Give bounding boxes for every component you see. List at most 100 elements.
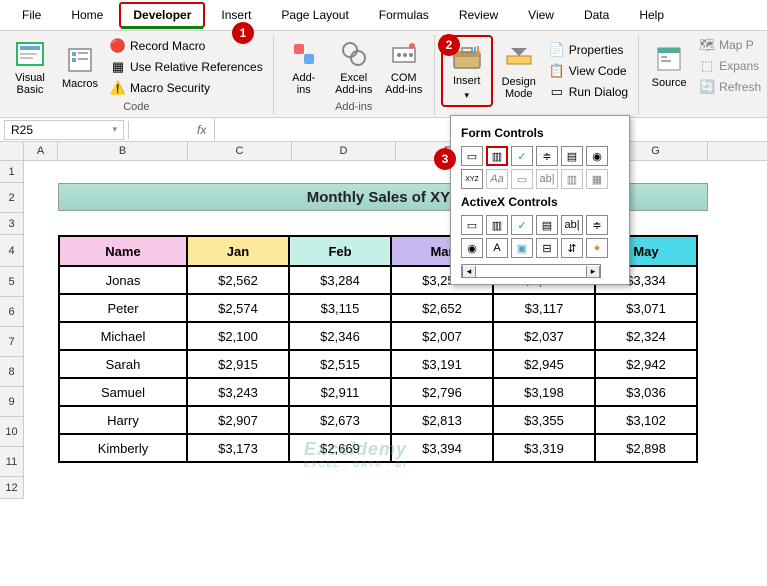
visual-basic-button[interactable]: Visual Basic — [6, 35, 54, 99]
ax-button-icon[interactable]: ▭ — [461, 215, 483, 235]
tab-formulas[interactable]: Formulas — [365, 2, 443, 28]
textfield-control-icon[interactable]: ab| — [536, 169, 558, 189]
tab-file[interactable]: File — [8, 2, 55, 28]
cell[interactable]: $2,100 — [187, 322, 289, 350]
option-control-icon[interactable]: ◉ — [586, 146, 608, 166]
cell[interactable]: $2,652 — [391, 294, 493, 322]
cell[interactable]: $2,037 — [493, 322, 595, 350]
cell[interactable]: $2,673 — [289, 406, 391, 434]
row-header-10[interactable]: 10 — [0, 417, 24, 447]
row-header-11[interactable]: 11 — [0, 447, 24, 477]
fx-label[interactable]: fx — [189, 123, 214, 137]
cell[interactable]: Samuel — [59, 378, 187, 406]
cell[interactable]: Sarah — [59, 350, 187, 378]
cell[interactable]: $3,243 — [187, 378, 289, 406]
label-control-icon[interactable]: Aa — [486, 169, 508, 189]
tab-review[interactable]: Review — [445, 2, 512, 28]
row-header-5[interactable]: 5 — [0, 267, 24, 297]
view-code-button[interactable]: 📋View Code — [545, 61, 632, 81]
col-header-C[interactable]: C — [188, 142, 292, 160]
name-box[interactable]: R25▾ — [4, 120, 124, 140]
cell[interactable]: $3,319 — [493, 434, 595, 462]
refresh-button[interactable]: 🔄Refresh — [695, 77, 765, 97]
cell[interactable]: $2,515 — [289, 350, 391, 378]
cell[interactable]: $3,115 — [289, 294, 391, 322]
button-control-icon[interactable]: ▭ — [461, 146, 483, 166]
cell[interactable]: $3,102 — [595, 406, 697, 434]
expansion-button[interactable]: ⬚Expans — [695, 56, 765, 76]
cell[interactable]: Kimberly — [59, 434, 187, 462]
macro-security-button[interactable]: ⚠️Macro Security — [106, 78, 267, 98]
ax-combo-icon[interactable]: ▥ — [486, 215, 508, 235]
cell[interactable]: $2,942 — [595, 350, 697, 378]
design-mode-button[interactable]: Design Mode — [495, 39, 543, 103]
dropdown-scrollbar[interactable]: ◂ ▸ — [461, 264, 601, 278]
row-header-8[interactable]: 8 — [0, 357, 24, 387]
image-control-icon[interactable]: ▦ — [586, 169, 608, 189]
use-relative-refs-button[interactable]: ▦Use Relative References — [106, 57, 267, 77]
cell[interactable]: Jonas — [59, 266, 187, 294]
cell[interactable]: $2,007 — [391, 322, 493, 350]
cell[interactable]: $2,562 — [187, 266, 289, 294]
addins-button[interactable]: Add- ins — [280, 35, 328, 99]
ax-image-icon[interactable]: ▣ — [511, 238, 533, 258]
cell[interactable]: $3,191 — [391, 350, 493, 378]
cell[interactable]: $2,907 — [187, 406, 289, 434]
tab-data[interactable]: Data — [570, 2, 623, 28]
combo-control-icon[interactable]: ▥ — [561, 169, 583, 189]
cell[interactable]: $3,071 — [595, 294, 697, 322]
cell[interactable]: Harry — [59, 406, 187, 434]
cell[interactable]: $2,813 — [391, 406, 493, 434]
tab-developer[interactable]: Developer — [119, 2, 205, 28]
cell[interactable]: $3,117 — [493, 294, 595, 322]
combobox-control-icon[interactable]: ▥ — [486, 146, 508, 166]
tab-help[interactable]: Help — [625, 2, 678, 28]
cell[interactable]: $2,915 — [187, 350, 289, 378]
row-header-2[interactable]: 2 — [0, 183, 24, 213]
scroll-left-icon[interactable]: ◂ — [462, 266, 476, 277]
ax-spin-icon[interactable]: ⇵ — [561, 238, 583, 258]
ax-more-icon[interactable]: ✦ — [586, 238, 608, 258]
tab-pagelayout[interactable]: Page Layout — [267, 2, 362, 28]
ax-label-icon[interactable]: A — [486, 238, 508, 258]
scrollbar-control-icon[interactable]: ▭ — [511, 169, 533, 189]
col-header-B[interactable]: B — [58, 142, 188, 160]
col-header-corner[interactable] — [0, 142, 24, 160]
properties-button[interactable]: 📄Properties — [545, 40, 632, 60]
tab-home[interactable]: Home — [57, 2, 117, 28]
cell[interactable]: $2,574 — [187, 294, 289, 322]
com-addins-button[interactable]: COM Add-ins — [380, 35, 428, 99]
row-header-7[interactable]: 7 — [0, 327, 24, 357]
row-header-1[interactable]: 1 — [0, 161, 24, 183]
scroll-right-icon[interactable]: ▸ — [586, 266, 600, 277]
cell[interactable]: Michael — [59, 322, 187, 350]
cell[interactable]: $3,036 — [595, 378, 697, 406]
cell[interactable]: $2,346 — [289, 322, 391, 350]
row-header-12[interactable]: 12 — [0, 477, 24, 499]
cell[interactable]: $3,355 — [493, 406, 595, 434]
col-header-A[interactable]: A — [24, 142, 58, 160]
row-header-3[interactable]: 3 — [0, 213, 24, 235]
row-header-6[interactable]: 6 — [0, 297, 24, 327]
ax-list-icon[interactable]: ▤ — [536, 215, 558, 235]
col-header-D[interactable]: D — [292, 142, 396, 160]
cell[interactable]: $2,324 — [595, 322, 697, 350]
ax-option-icon[interactable]: ◉ — [461, 238, 483, 258]
checkbox-control-icon[interactable]: ✓ — [511, 146, 533, 166]
ax-text-icon[interactable]: ab| — [561, 215, 583, 235]
worksheet[interactable]: Monthly Sales of XYZ NameJanFebMarAprMay… — [24, 161, 767, 499]
cell[interactable]: $3,198 — [493, 378, 595, 406]
ax-scroll-icon[interactable]: ≑ — [586, 215, 608, 235]
source-button[interactable]: Source — [645, 40, 693, 92]
macros-button[interactable]: Macros — [56, 41, 104, 93]
spinner-control-icon[interactable]: ≑ — [536, 146, 558, 166]
cell[interactable]: Peter — [59, 294, 187, 322]
listbox-control-icon[interactable]: ▤ — [561, 146, 583, 166]
excel-addins-button[interactable]: Excel Add-ins — [330, 35, 378, 99]
row-header-9[interactable]: 9 — [0, 387, 24, 417]
cell[interactable]: $3,173 — [187, 434, 289, 462]
row-header-4[interactable]: 4 — [0, 235, 24, 267]
cell[interactable]: $3,284 — [289, 266, 391, 294]
map-properties-button[interactable]: 🗺Map P — [695, 35, 765, 55]
run-dialog-button[interactable]: ▭Run Dialog — [545, 82, 632, 102]
